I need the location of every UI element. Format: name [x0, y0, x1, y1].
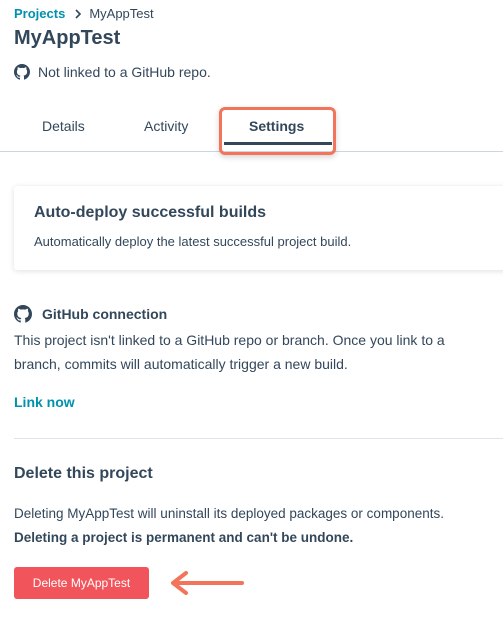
page-title: MyAppTest	[14, 27, 121, 49]
auto-deploy-description: Automatically deploy the latest successf…	[34, 234, 352, 249]
delete-project-button[interactable]: Delete MyAppTest	[14, 567, 149, 599]
chevron-right-icon	[74, 8, 82, 19]
settings-tab-highlight	[219, 107, 336, 155]
tab-details[interactable]: Details	[42, 118, 85, 134]
section-divider	[14, 438, 503, 439]
delete-project-description: Deleting MyAppTest will uninstall its de…	[14, 502, 503, 550]
repo-status: Not linked to a GitHub repo.	[14, 64, 211, 80]
project-settings-page: Projects MyAppTest MyAppTest Not linked …	[0, 0, 503, 626]
breadcrumb-current: MyAppTest	[89, 6, 154, 21]
delete-info-text: Deleting MyAppTest will uninstall its de…	[14, 506, 444, 521]
github-connection-description: This project isn't linked to a GitHub re…	[14, 332, 445, 372]
breadcrumb: Projects MyAppTest	[14, 6, 154, 21]
github-icon	[14, 305, 32, 323]
breadcrumb-projects-link[interactable]: Projects	[14, 6, 65, 21]
link-now-link[interactable]: Link now	[14, 394, 75, 410]
github-connection-title: GitHub connection	[42, 306, 168, 322]
repo-status-text: Not linked to a GitHub repo.	[38, 64, 211, 80]
auto-deploy-title: Auto-deploy successful builds	[34, 204, 267, 221]
github-connection-heading: GitHub connection	[14, 305, 167, 323]
delete-warning-text: Deleting a project is permanent and can'…	[14, 530, 354, 545]
tab-activity[interactable]: Activity	[144, 118, 188, 134]
delete-project-title: Delete this project	[14, 465, 153, 482]
auto-deploy-card: Auto-deploy successful builds Automatica…	[14, 186, 503, 270]
github-icon	[14, 64, 30, 80]
arrow-left-icon	[171, 571, 244, 595]
